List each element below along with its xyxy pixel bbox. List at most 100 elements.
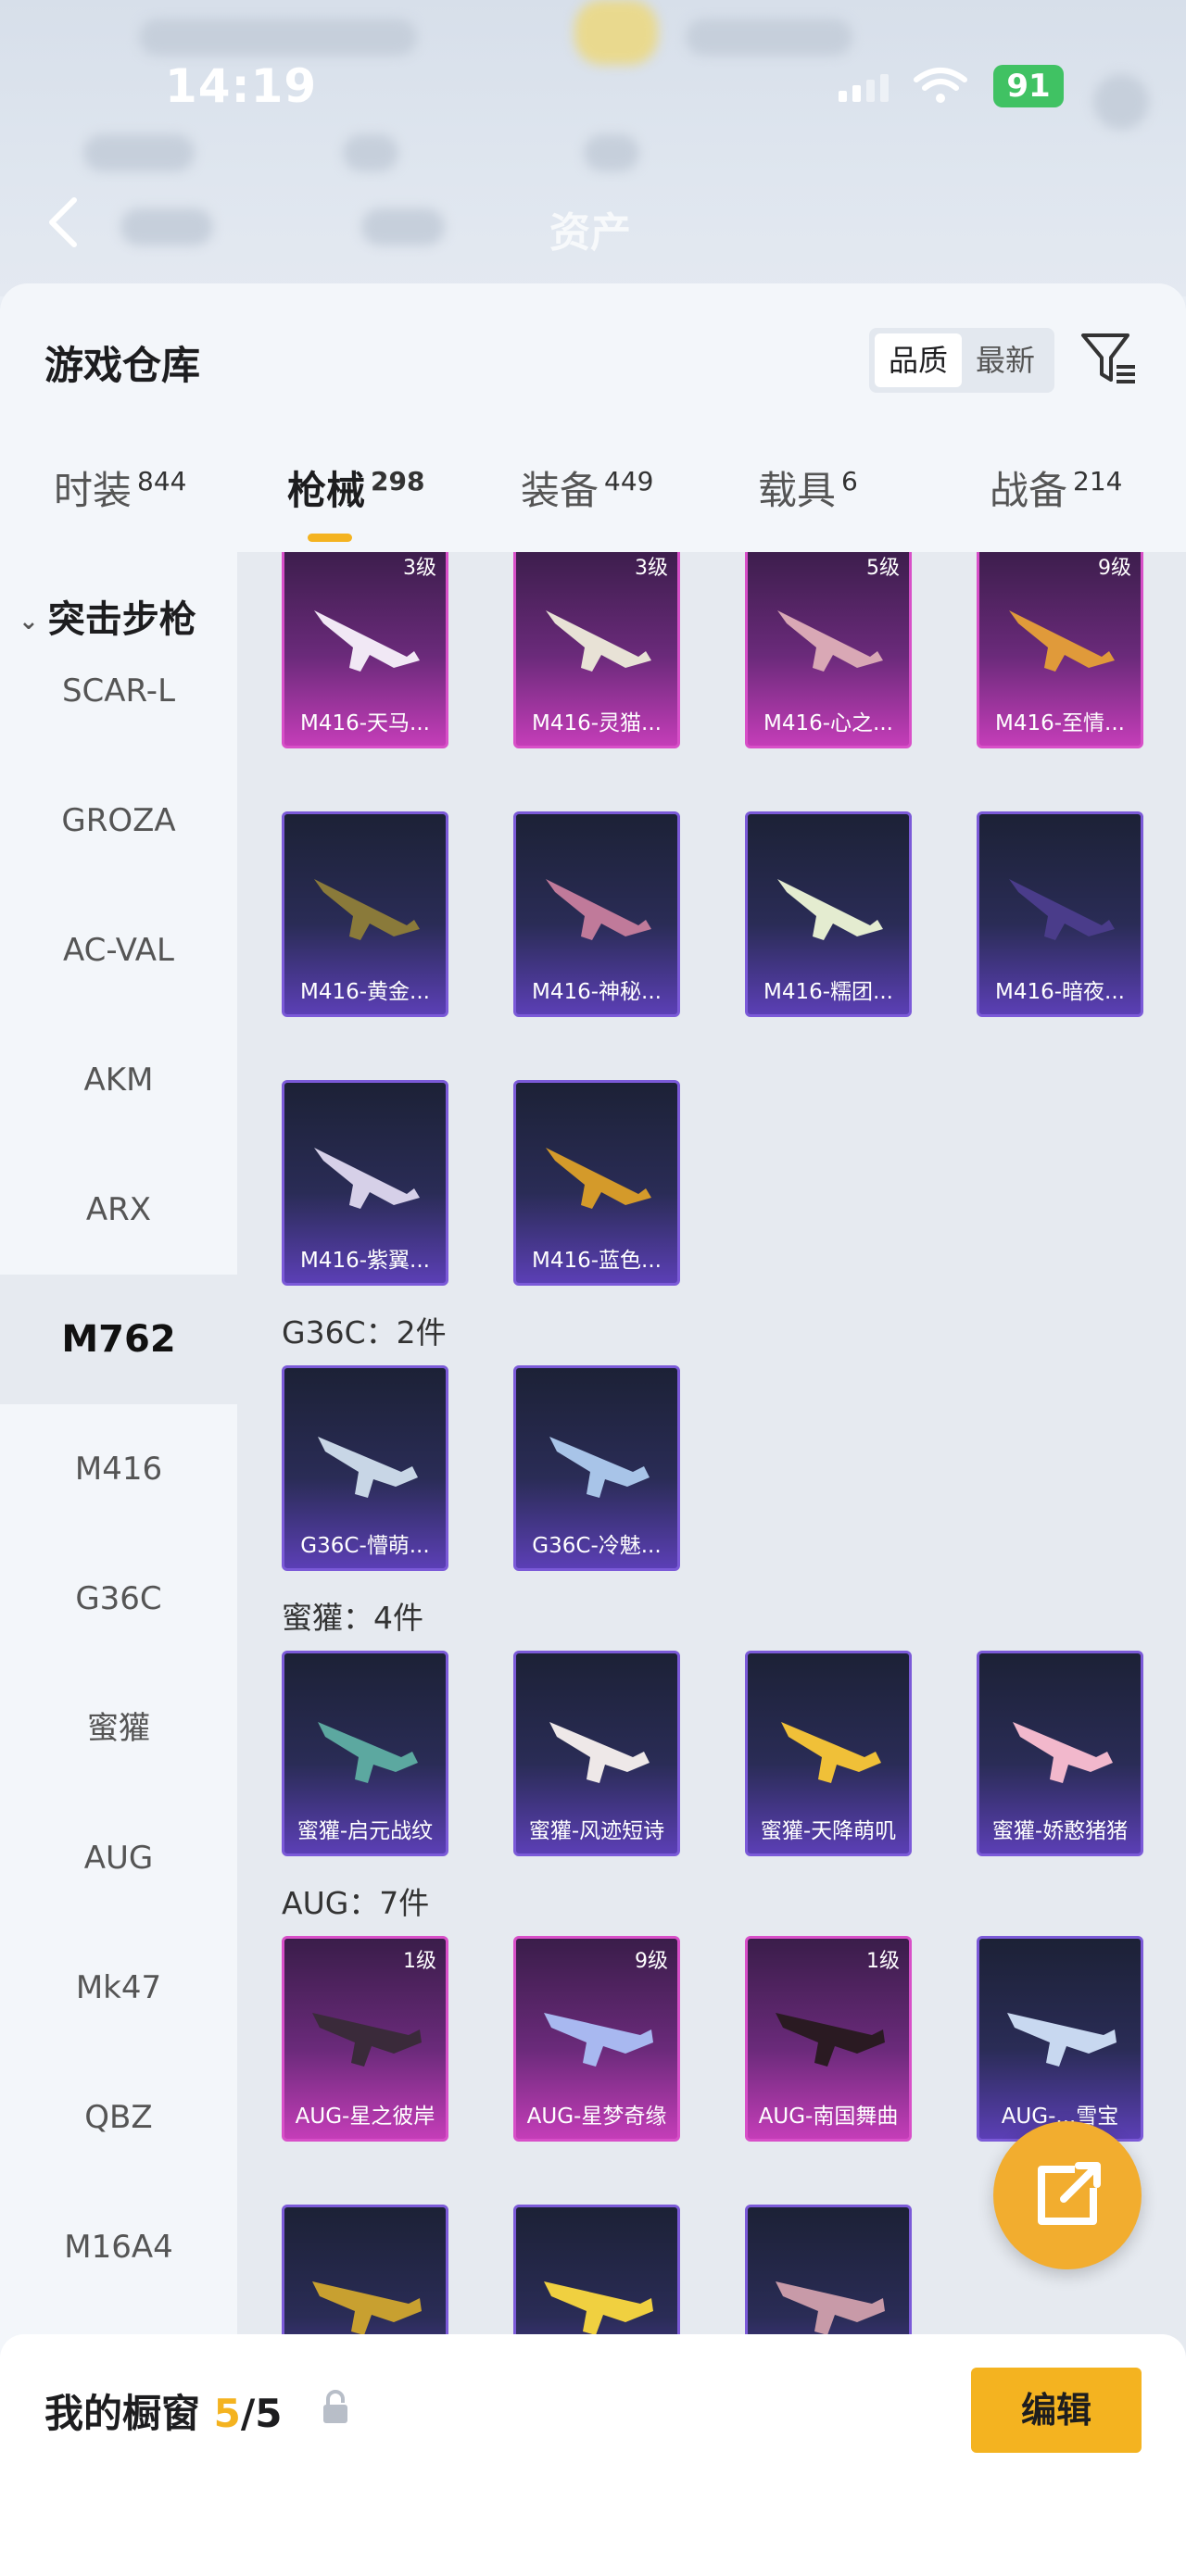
level-badge: 1级 <box>866 1950 900 1973</box>
skin-card[interactable]: 蜜獾-娇憨猪猪 <box>977 1651 1143 1856</box>
skin-name: M416-黄金... <box>300 980 430 1004</box>
smg-icon <box>549 1722 650 1783</box>
rifle-icon <box>314 879 420 940</box>
skin-card[interactable]: 蜜獾-启元战纹 <box>282 1651 448 1856</box>
category-tabs: 时装 844 枪械 298 装备 449 载具 6 战备 214 <box>0 450 1186 552</box>
skin-name: 蜜獾-风迹短诗 <box>528 1819 665 1843</box>
sidebar-item-scar-l[interactable]: SCAR-L <box>0 626 237 756</box>
sidebar-item-arx[interactable]: ARX <box>0 1145 237 1275</box>
skin-card[interactable]: 1级 AUG-南国舞曲 <box>745 1936 912 2142</box>
level-badge: 9级 <box>1098 557 1131 580</box>
rifle-icon <box>1007 2013 1117 2067</box>
rifle-icon <box>312 2013 422 2067</box>
smg-icon <box>1013 1722 1113 1783</box>
rifle-icon <box>544 2013 653 2067</box>
back-arrow-icon[interactable] <box>44 195 82 250</box>
sidebar-item-qbz[interactable]: QBZ <box>0 2053 237 2182</box>
rifle-icon <box>777 610 883 672</box>
smg-icon <box>318 1722 418 1783</box>
skin-card[interactable]: 9级 M416-至情... <box>977 552 1143 748</box>
skin-card[interactable]: 9级 AUG-星梦奇缘 <box>513 1936 680 2142</box>
filter-icon[interactable] <box>1079 330 1139 389</box>
sidebar-item-akm[interactable]: AKM <box>0 1015 237 1145</box>
skin-name: AUG-星之彼岸 <box>295 2105 435 2129</box>
rifle-icon <box>776 2013 885 2067</box>
sidebar-item-m762[interactable]: M762 <box>0 1275 237 1404</box>
tab-fashion[interactable]: 时装 844 <box>54 459 186 516</box>
skin-card[interactable]: 蜜獾-风迹短诗 <box>513 1651 680 1856</box>
skin-name: M416-糯团... <box>763 980 893 1004</box>
showcase-bar: 我的橱窗 5/5 编辑 <box>0 2334 1186 2576</box>
tab-guns[interactable]: 枪械 298 <box>287 459 424 516</box>
level-badge: 3级 <box>403 557 436 580</box>
rifle-icon <box>777 879 883 940</box>
sidebar-item-aug[interactable]: AUG <box>0 1793 237 1923</box>
rifle-icon <box>544 2281 653 2335</box>
tab-vehicles[interactable]: 载具 6 <box>758 459 858 516</box>
sort-toggle: 品质 最新 <box>869 328 1054 393</box>
skin-card[interactable]: 3级 M416-灵猫... <box>513 552 680 748</box>
battery-indicator: 91 <box>993 65 1064 107</box>
status-time: 14:19 <box>165 59 318 113</box>
skin-card[interactable]: G36C-冷魅... <box>513 1365 680 1571</box>
skin-card[interactable]: M416-紫翼... <box>282 1080 448 1286</box>
rifle-icon <box>546 1148 651 1209</box>
skin-card[interactable]: M416-糯团... <box>745 811 912 1017</box>
sort-newest-button[interactable]: 最新 <box>962 333 1049 387</box>
sidebar-item-ac-val[interactable]: AC-VAL <box>0 886 237 1015</box>
g36c-section-label: G36C：2件 <box>282 1314 447 1351</box>
skin-card[interactable]: M416-神秘... <box>513 811 680 1017</box>
rifle-icon <box>1009 879 1115 940</box>
lock-icon <box>323 2390 347 2423</box>
status-bar: 14:19 91 <box>0 56 1186 120</box>
skin-name: G36C-懵萌... <box>300 1534 430 1558</box>
smg-icon <box>549 1437 650 1498</box>
skin-card[interactable]: M416-蓝色... <box>513 1080 680 1286</box>
smg-icon <box>781 1722 881 1783</box>
skin-card[interactable]: 1级 AUG-星之彼岸 <box>282 1936 448 2142</box>
level-badge: 9级 <box>635 1950 668 1973</box>
wifi-icon <box>914 68 967 103</box>
sidebar-item-g36c[interactable]: G36C <box>0 1534 237 1664</box>
share-icon <box>1038 2162 1101 2225</box>
edit-button[interactable]: 编辑 <box>971 2368 1142 2453</box>
skin-card[interactable]: M416-黄金... <box>282 811 448 1017</box>
skin-card[interactable]: AUG-...雪宝 <box>977 1936 1143 2142</box>
sidebar-item-m416[interactable]: M416 <box>0 1404 237 1534</box>
showcase-current-count: 5 <box>213 2391 241 2436</box>
rifle-icon <box>314 610 420 672</box>
signal-icon <box>839 74 889 102</box>
share-button[interactable] <box>993 2121 1142 2269</box>
tab-equipment[interactable]: 装备 449 <box>521 459 653 516</box>
skin-card[interactable]: 3级 M416-天马... <box>282 552 448 748</box>
skin-name: 蜜獾-启元战纹 <box>296 1819 434 1843</box>
skin-name: M416-心之... <box>763 711 893 735</box>
skin-card[interactable]: M416-暗夜... <box>977 811 1143 1017</box>
honey-badger-section-label: 蜜獾：4件 <box>282 1600 423 1636</box>
skin-card[interactable]: 蜜獾-天降萌叽 <box>745 1651 912 1856</box>
sort-quality-button[interactable]: 品质 <box>875 333 962 387</box>
rifle-icon <box>1009 610 1115 672</box>
rifle-icon <box>776 2281 885 2335</box>
sidebar-item-groza[interactable]: GROZA <box>0 756 237 886</box>
rifle-icon <box>546 879 651 940</box>
skin-name: M416-暗夜... <box>995 980 1125 1004</box>
tab-gear[interactable]: 战备 214 <box>990 459 1122 516</box>
skin-card[interactable]: G36C-懵萌... <box>282 1365 448 1571</box>
skin-card[interactable]: 5级 M416-心之... <box>745 552 912 748</box>
skin-name: M416-紫翼... <box>300 1249 430 1273</box>
skin-name: AUG-星梦奇缘 <box>526 2105 667 2129</box>
weapon-sidebar: ⌄ 突击步枪 SCAR-L GROZA AC-VAL AKM ARX M762 M… <box>0 552 237 2576</box>
skin-name: M416-灵猫... <box>532 711 662 735</box>
level-badge: 1级 <box>403 1950 436 1973</box>
level-badge: 3级 <box>635 557 668 580</box>
skin-name: M416-至情... <box>995 711 1125 735</box>
sidebar-item-mk47[interactable]: Mk47 <box>0 1923 237 2053</box>
smg-icon <box>318 1437 418 1498</box>
skin-name: M416-蓝色... <box>532 1249 662 1273</box>
skin-name: AUG-南国舞曲 <box>758 2105 899 2129</box>
sidebar-item-m16a4[interactable]: M16A4 <box>0 2182 237 2312</box>
sidebar-item-honey-badger[interactable]: 蜜獾 <box>0 1664 237 1793</box>
showcase-total-count: /5 <box>240 2391 283 2436</box>
skin-name: 蜜獾-天降萌叽 <box>760 1819 897 1843</box>
